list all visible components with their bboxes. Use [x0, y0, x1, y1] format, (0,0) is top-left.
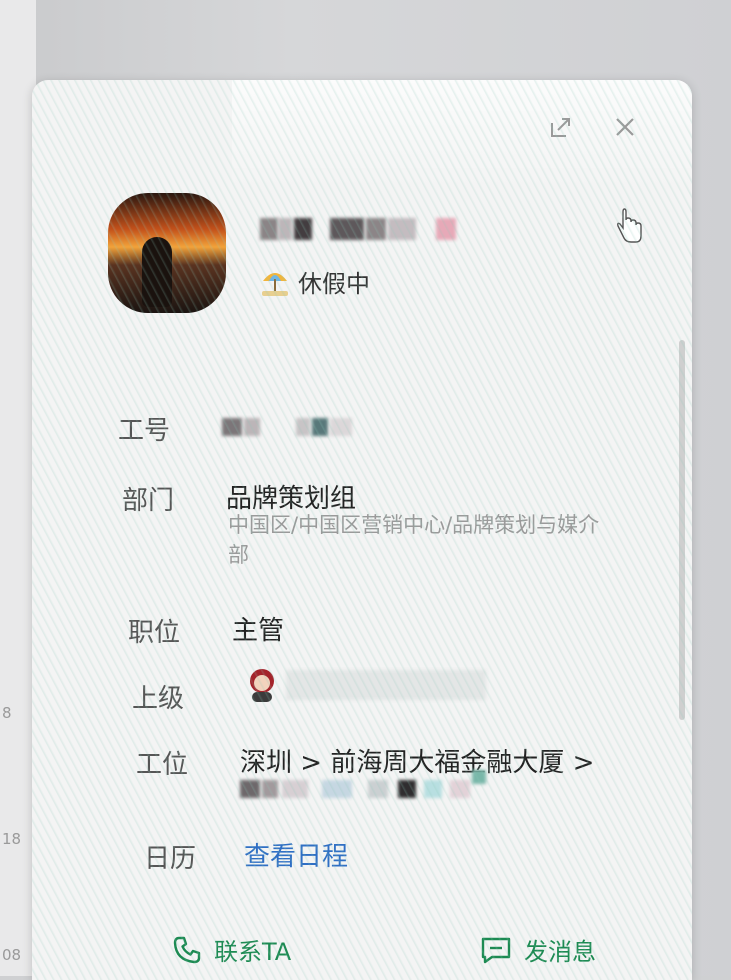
message-icon	[480, 935, 512, 965]
workstation-label: 工位	[136, 750, 189, 780]
department-path: 中国区/中国区营销中心/品牌策划与媒介部	[228, 513, 600, 567]
workstation-value: 深圳 > 前海周大福金融大厦 >	[240, 748, 595, 778]
side-number: 08	[2, 946, 22, 964]
message-label: 发消息	[524, 938, 596, 966]
position-value: 主管	[232, 616, 285, 646]
send-message-button[interactable]: 发消息	[480, 932, 596, 967]
profile-card: 休假中 工号 部门 品牌策划组 中国区/中国区营销中心/品牌策划与媒介部 职位 …	[32, 80, 692, 980]
phone-icon	[172, 935, 202, 965]
employee-id-label: 工号	[118, 416, 171, 446]
beach-umbrella-icon	[260, 267, 290, 297]
manager-name-redacted	[286, 670, 486, 700]
manager-avatar[interactable]	[246, 666, 278, 702]
position-label: 职位	[128, 618, 181, 648]
scrollbar[interactable]	[679, 340, 685, 720]
side-number: 18	[2, 830, 22, 848]
share-icon[interactable]	[548, 114, 574, 140]
calendar-label: 日历	[144, 844, 197, 874]
close-icon[interactable]	[612, 114, 638, 140]
contact-button[interactable]: 联系TA	[172, 932, 291, 967]
cursor-hand-icon	[617, 208, 642, 243]
avatar	[108, 193, 226, 313]
background-window: 8 18 08	[0, 0, 36, 976]
avatar-silhouette	[142, 237, 172, 307]
view-schedule-link[interactable]: 查看日程	[244, 836, 348, 873]
department-label: 部门	[122, 486, 175, 516]
status-text: 休假中	[298, 270, 370, 298]
manager-label: 上级	[132, 684, 185, 714]
status-row: 休假中	[260, 264, 370, 299]
side-number: 8	[2, 704, 12, 722]
contact-label: 联系TA	[214, 938, 292, 966]
